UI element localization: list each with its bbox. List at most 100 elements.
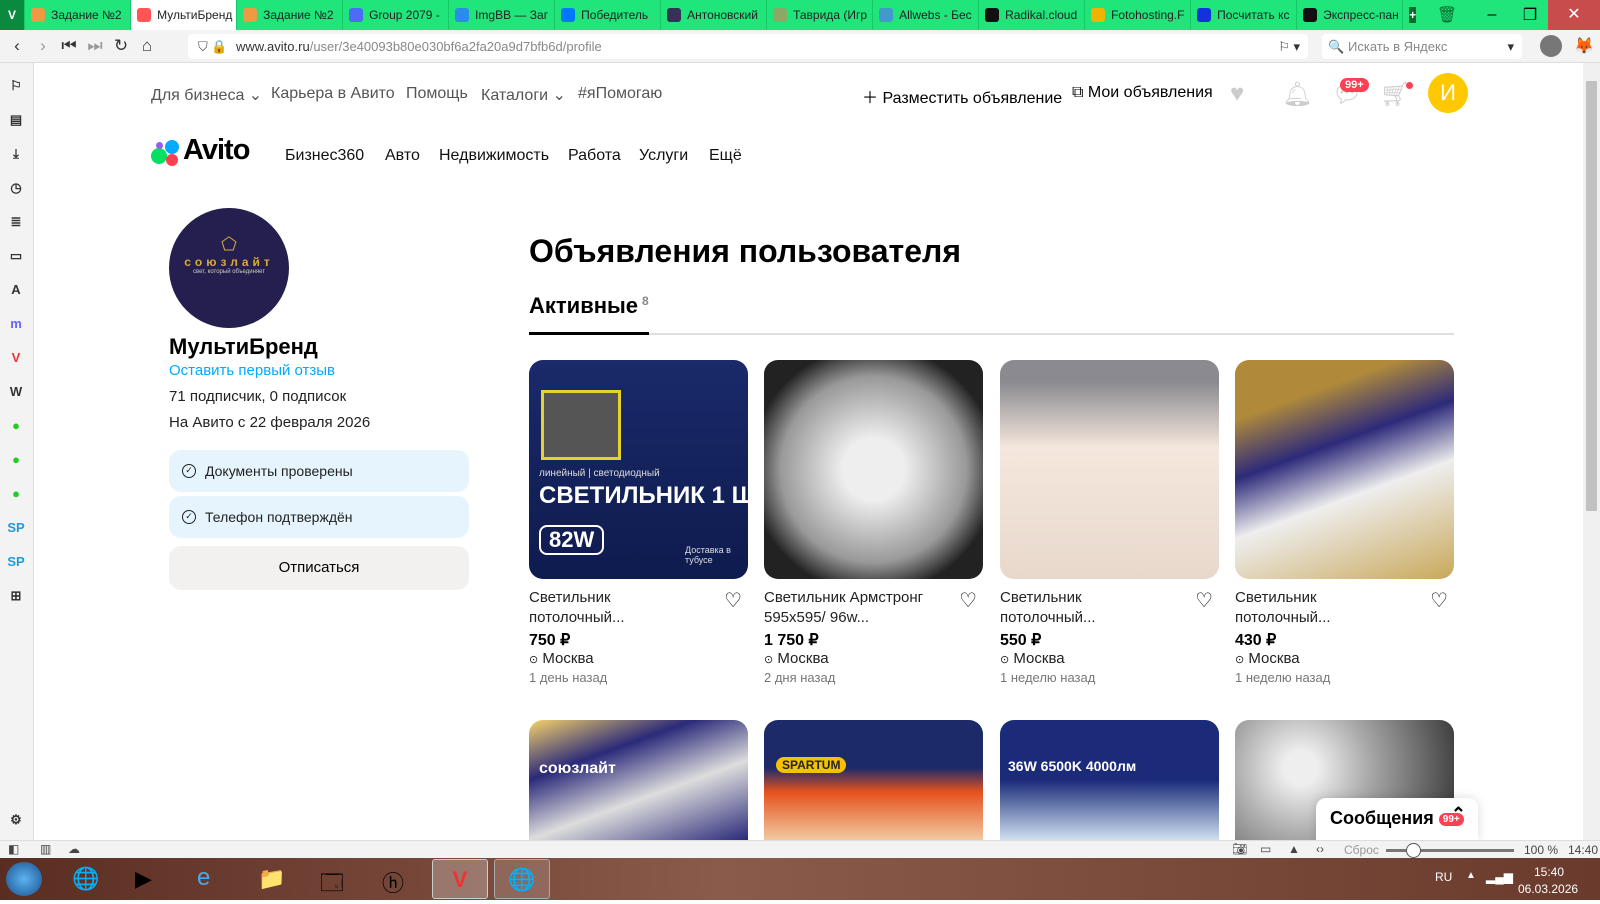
notes-icon[interactable]: ≣: [7, 213, 25, 231]
home-button[interactable]: ⌂: [134, 36, 160, 56]
code-icon[interactable]: ‹›: [1316, 842, 1324, 856]
for-business-link[interactable]: Для бизнеса ⌄: [151, 85, 262, 105]
wikipedia-icon[interactable]: W: [7, 383, 25, 401]
nav-auto[interactable]: Авто: [385, 147, 420, 165]
favorite-heart-icon[interactable]: ♡: [1430, 588, 1448, 613]
listing-image[interactable]: [1235, 360, 1454, 579]
reload-button[interactable]: ↻: [108, 36, 134, 56]
tab-active[interactable]: Активные 8: [529, 293, 649, 319]
chrome-active-taskbar-icon[interactable]: 🌐: [494, 859, 550, 899]
career-link[interactable]: Карьера в Авито: [271, 85, 395, 103]
listing-image[interactable]: [764, 360, 983, 579]
notifications-icon[interactable]: 🔔︎: [1282, 80, 1312, 109]
favorite-heart-icon[interactable]: ♡: [959, 588, 977, 613]
minimize-button[interactable]: –: [1472, 6, 1512, 24]
zoom-reset[interactable]: Сброс: [1344, 843, 1379, 857]
messages-popup[interactable]: Сообщения 99+ ⌃: [1316, 798, 1478, 840]
browser-tab[interactable]: Fotohosting.F: [1085, 0, 1192, 30]
scrollbar-thumb[interactable]: [1586, 81, 1597, 511]
subscribers-count[interactable]: 71 подписчик, 0 подписок: [169, 388, 346, 405]
avito-panel-icon[interactable]: ●: [7, 485, 25, 503]
listing-card[interactable]: линейный | светодиодный СВЕТИЛЬНИК 1 ШТ 82…: [529, 360, 748, 685]
avito-panel-icon[interactable]: ●: [7, 451, 25, 469]
favorites-icon[interactable]: ♥: [1230, 80, 1244, 108]
downloads-icon[interactable]: ⤓: [7, 145, 25, 163]
close-window-button[interactable]: ✕: [1548, 0, 1600, 30]
url-field[interactable]: ⛉ 🔒 www.avito.ru/user/3e40093b80e030bf6a2…: [188, 34, 1308, 59]
avito-panel-icon[interactable]: ●: [7, 417, 25, 435]
nav-realty[interactable]: Недвижимость: [439, 147, 549, 165]
my-ads-button[interactable]: ⧉ Мои объявления: [1072, 84, 1213, 102]
history-icon[interactable]: ◷: [7, 179, 25, 197]
listing-title[interactable]: Светильник потолочный...: [1000, 588, 1180, 628]
listing-title[interactable]: Светильник потолочный...: [529, 588, 709, 628]
window-tile-icon[interactable]: ▭: [1260, 842, 1271, 856]
browser-tab[interactable]: Allwebs - Бес: [873, 0, 980, 30]
settings-icon[interactable]: ⚙: [7, 811, 25, 829]
browser-tab[interactable]: Задание №2: [25, 0, 132, 30]
tray-date[interactable]: 06.03.2026: [1518, 882, 1578, 896]
listing-image[interactable]: линейный | светодиодный СВЕТИЛЬНИК 1 ШТ 82…: [529, 360, 748, 579]
listing-card[interactable]: Светильник потолочный... ♡ 430 ₽ ⊙ Москв…: [1235, 360, 1454, 685]
browser-tab[interactable]: Group 2079 -: [343, 0, 450, 30]
back-button[interactable]: ‹: [4, 36, 30, 56]
tile-icon[interactable]: ▥: [40, 842, 51, 856]
listing-image[interactable]: [1000, 360, 1219, 579]
app-icon[interactable]: 🗔: [320, 866, 344, 904]
sync-icon[interactable]: ☁: [68, 842, 80, 856]
chevron-up-icon[interactable]: ⌃: [1451, 804, 1466, 825]
metamask-icon[interactable]: 🦊: [1574, 36, 1594, 56]
page-scrollbar[interactable]: [1583, 63, 1600, 840]
profile-icon[interactable]: [1540, 35, 1562, 57]
rewind-button[interactable]: ⏮: [56, 36, 82, 56]
listing-title[interactable]: Светильник потолочный...: [1235, 588, 1415, 628]
language-indicator[interactable]: RU: [1435, 870, 1452, 884]
browser-tab[interactable]: Антоновский: [661, 0, 768, 30]
user-avatar[interactable]: И: [1428, 73, 1468, 113]
yandex-search-input[interactable]: 🔍 Искать в Яндекс ▾: [1322, 34, 1522, 59]
browser-tab[interactable]: Победитель: [555, 0, 662, 30]
explorer-icon[interactable]: 📁: [258, 866, 285, 892]
browser-tab[interactable]: Radikal.cloud: [979, 0, 1086, 30]
tray-time[interactable]: 15:40: [1534, 865, 1564, 879]
trash-icon[interactable]: 🗑: [1422, 5, 1472, 25]
vivaldi-menu-button[interactable]: V: [0, 0, 26, 30]
hp-icon[interactable]: ⓗ: [382, 866, 404, 898]
sp-panel-icon[interactable]: SP: [7, 519, 25, 537]
nav-services[interactable]: Услуги: [639, 147, 688, 165]
favorite-heart-icon[interactable]: ♡: [1195, 588, 1213, 613]
fast-forward-button[interactable]: ⏭: [82, 36, 108, 56]
tray-arrow-icon[interactable]: ▲: [1466, 870, 1476, 881]
image-icon[interactable]: ▲: [1288, 842, 1300, 856]
browser-tab[interactable]: Таврида (Игр: [767, 0, 874, 30]
help-link[interactable]: Помощь: [406, 85, 468, 103]
leave-review-link[interactable]: Оставить первый отзыв: [169, 362, 335, 379]
favorite-heart-icon[interactable]: ♡: [724, 588, 742, 613]
listing-card[interactable]: Светильник потолочный... ♡ 550 ₽ ⊙ Москв…: [1000, 360, 1219, 685]
add-panel-icon[interactable]: ⊞: [7, 587, 25, 605]
sp-panel-icon[interactable]: SP: [7, 553, 25, 571]
new-tab-button[interactable]: +: [1403, 0, 1422, 30]
capture-icon[interactable]: 📷︎: [1232, 842, 1247, 856]
listing-card[interactable]: Светильник Армстронг 595x595/ 96w... ♡ 1…: [764, 360, 983, 685]
browser-tab[interactable]: Экспресс-пан: [1297, 0, 1404, 30]
bookmark-icon[interactable]: ⚐ ▾: [1278, 34, 1300, 59]
ie-icon[interactable]: e: [197, 864, 210, 892]
bookmarks-icon[interactable]: ⚐: [7, 77, 25, 95]
post-ad-button[interactable]: ＋ Разместить объявление: [862, 84, 1062, 108]
network-icon[interactable]: ▂▄▆: [1486, 870, 1513, 884]
vivaldi-taskbar-icon[interactable]: V: [432, 859, 488, 899]
listing-title[interactable]: Светильник Армстронг 595x595/ 96w...: [764, 588, 944, 628]
chrome-taskbar-icon[interactable]: 🌐: [72, 866, 99, 892]
browser-tab[interactable]: ImgBB — Заг: [449, 0, 556, 30]
ya-pomogayu-link[interactable]: #яПомогаю: [578, 85, 662, 103]
media-player-icon[interactable]: ▶: [135, 866, 152, 892]
nav-jobs[interactable]: Работа: [568, 147, 621, 165]
forward-button[interactable]: ›: [30, 36, 56, 56]
browser-tab[interactable]: Задание №2: [237, 0, 344, 30]
browser-tab[interactable]: Посчитать кс: [1191, 0, 1298, 30]
listing-image[interactable]: SPARTUM: [764, 720, 983, 840]
listing-image[interactable]: 36W 6500K 4000лм: [1000, 720, 1219, 840]
zoom-slider[interactable]: [1386, 843, 1514, 858]
reading-list-icon[interactable]: ▤: [7, 111, 25, 129]
